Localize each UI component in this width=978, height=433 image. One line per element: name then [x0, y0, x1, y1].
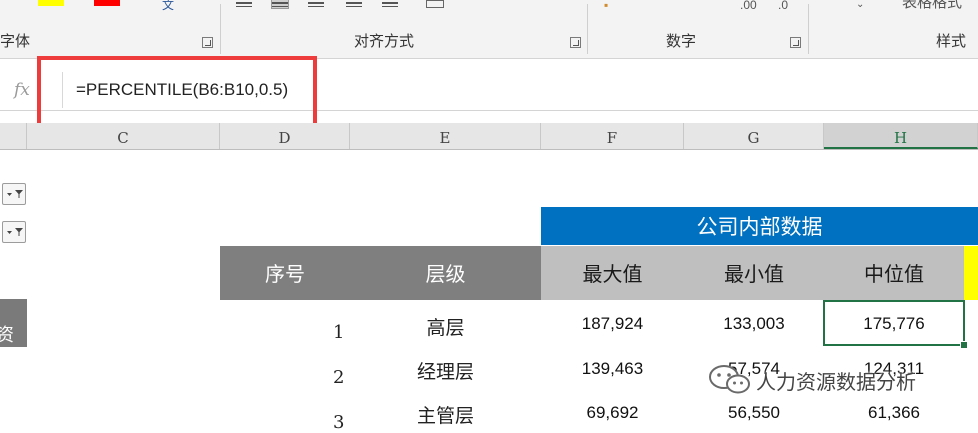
filter-dropdown-button[interactable]	[2, 183, 26, 205]
cell-max[interactable]: 69,692	[541, 403, 684, 423]
font-dialog-launcher-icon[interactable]	[202, 37, 213, 48]
alignment-group-label: 对齐方式	[354, 32, 415, 50]
align-top-icon[interactable]	[236, 0, 252, 8]
cell-level[interactable]: 高层	[350, 313, 541, 340]
format-as-table-label[interactable]: 表格格式	[902, 0, 962, 10]
align-middle-icon[interactable]	[271, 0, 289, 9]
decimal-increase-icon[interactable]: .00	[740, 0, 757, 11]
ribbon: 文 ▪ .00 .0 ⌄ 表格格式 字体 对齐方式 数字 样式	[0, 0, 978, 59]
cell-seq[interactable]: 2	[333, 367, 344, 388]
decimal-decrease-icon[interactable]: .0	[778, 0, 788, 11]
column-header-e[interactable]: E	[350, 123, 541, 149]
cell-median[interactable]: 61,366	[824, 403, 964, 423]
column-header-d[interactable]: D	[220, 123, 350, 149]
merge-center-icon[interactable]	[426, 0, 444, 8]
align-center-icon[interactable]	[382, 0, 398, 8]
header-median[interactable]: 中位值	[824, 246, 964, 300]
cell-max[interactable]: 139,463	[541, 359, 684, 379]
cell-level[interactable]: 主管层	[350, 401, 541, 428]
column-header-partial[interactable]	[0, 123, 27, 149]
insert-function-icon[interactable]: fx	[14, 80, 30, 100]
partial-header-cell: 资	[0, 299, 27, 347]
chevron-down-icon[interactable]: ⌄	[856, 0, 864, 10]
styles-group-label: 样式	[936, 32, 967, 50]
filter-dropdown-button[interactable]	[2, 221, 26, 243]
alignment-dialog-launcher-icon[interactable]	[570, 37, 581, 48]
column-header-f[interactable]: F	[541, 123, 684, 149]
column-header-g[interactable]: G	[684, 123, 824, 149]
fill-color-swatch[interactable]	[38, 0, 64, 6]
group-separator	[808, 4, 809, 54]
header-level[interactable]: 层级	[350, 246, 541, 300]
cell-max[interactable]: 187,924	[541, 314, 684, 334]
column-header-c[interactable]: C	[27, 123, 220, 149]
number-dialog-launcher-icon[interactable]	[790, 37, 801, 48]
fill-handle[interactable]	[960, 341, 968, 349]
align-bottom-icon[interactable]	[308, 0, 324, 8]
cell-level[interactable]: 经理层	[350, 357, 541, 384]
currency-icon[interactable]: ▪	[604, 0, 608, 11]
filter-icon	[7, 228, 23, 236]
header-min[interactable]: 最小值	[684, 246, 824, 300]
phonetic-icon[interactable]: 文	[162, 0, 174, 11]
table-band-title[interactable]: 公司内部数据	[541, 207, 978, 245]
font-color-swatch[interactable]	[94, 0, 120, 6]
column-header-h[interactable]: H	[824, 123, 978, 149]
wechat-icon	[709, 365, 750, 394]
highlighted-cell[interactable]	[964, 246, 978, 300]
active-cell-border[interactable]	[823, 300, 965, 346]
header-seq[interactable]: 序号	[220, 246, 350, 300]
header-max[interactable]: 最大值	[541, 246, 684, 300]
cell-seq[interactable]: 1	[333, 322, 344, 343]
group-separator	[587, 4, 588, 54]
group-separator	[220, 4, 221, 54]
number-group-label: 数字	[666, 32, 697, 50]
align-left-icon[interactable]	[346, 0, 362, 8]
watermark-text: 人力资源数据分析	[756, 370, 916, 394]
filter-icon	[7, 190, 23, 198]
font-group-label: 字体	[0, 32, 31, 50]
partial-header-text: 资	[0, 325, 14, 345]
cell-min[interactable]: 133,003	[684, 314, 824, 334]
cell-min[interactable]: 56,550	[684, 403, 824, 423]
